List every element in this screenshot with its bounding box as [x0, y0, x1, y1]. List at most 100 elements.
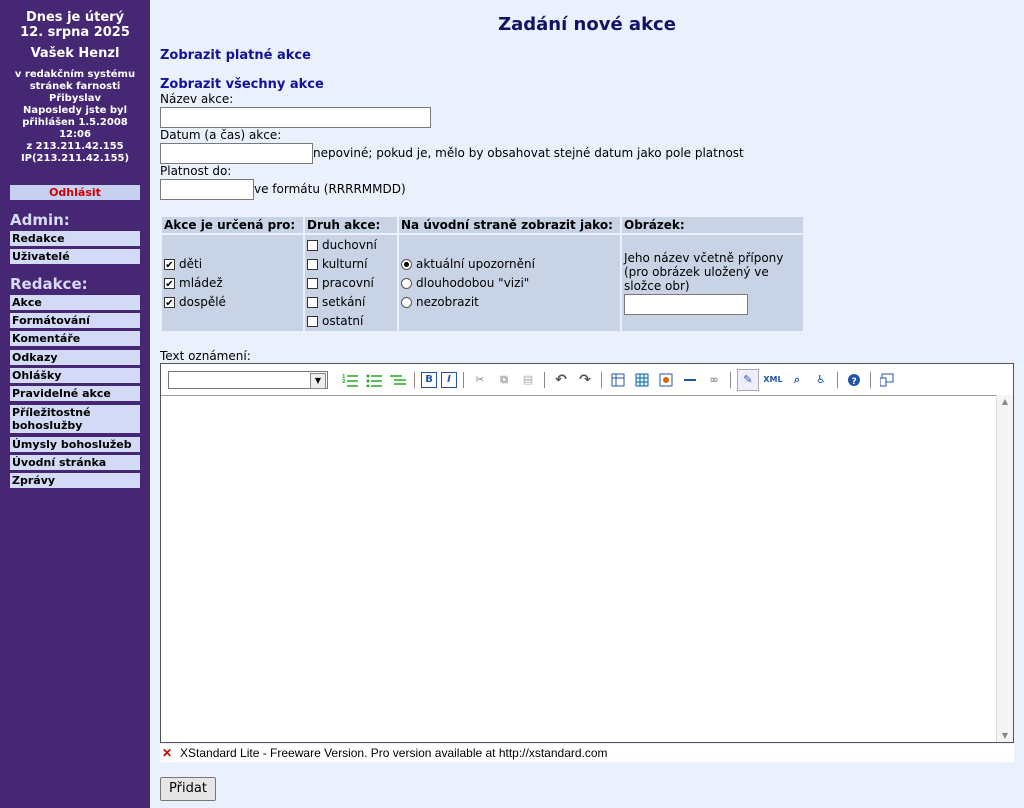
page-title: Zadání nové akce — [498, 14, 676, 35]
cut-icon[interactable]: ✂ — [470, 370, 490, 390]
add-button[interactable]: Přidat — [160, 777, 216, 801]
main-content: Zadání nové akce Zobrazit platné akce Zo… — [150, 0, 1024, 808]
editor-toolbar: ▼ 12 B I ✂ ⧉ ▤ ↶ ↷ ∞ ✎ XML ⌕ ♿ ? — [161, 364, 1013, 396]
accessibility-icon[interactable]: ♿ — [811, 370, 831, 390]
xstandard-logo-icon: ✕ — [162, 746, 173, 760]
checkbox-cultural[interactable] — [307, 258, 318, 270]
nav-item-komentare[interactable]: Komentáře — [10, 331, 140, 346]
checkbox-other[interactable] — [307, 315, 318, 327]
display-cell: aktuální upozornění dlouhodobou "vizi" n… — [399, 235, 620, 331]
bold-icon[interactable]: B — [421, 371, 437, 388]
help-icon[interactable]: ? — [844, 370, 864, 390]
bullet-list-icon[interactable] — [364, 370, 384, 390]
nav-item-pravidelne-akce[interactable]: Pravidelné akce — [10, 386, 140, 401]
type-work-option[interactable]: pracovní — [307, 274, 395, 293]
checkbox-work[interactable] — [307, 277, 318, 289]
type-spiritual-option[interactable]: duchovní — [307, 236, 395, 255]
display-none-option[interactable]: nezobrazit — [401, 293, 618, 312]
radio-longterm[interactable] — [401, 277, 412, 289]
xml-icon[interactable]: XML — [763, 370, 783, 390]
checkbox-meeting[interactable] — [307, 296, 318, 308]
scroll-up-icon[interactable]: ▲ — [997, 397, 1013, 406]
valid-until-input[interactable] — [160, 179, 254, 200]
image-help-text: Jeho název včetně přípony (pro obrázek u… — [624, 251, 784, 293]
table-icon[interactable] — [608, 370, 628, 390]
redakce-section-title: Redakce: — [10, 275, 88, 293]
nav-item-umysly-bohosluzeb[interactable]: Úmysly bohoslužeb — [10, 437, 140, 452]
image-cell: Jeho název včetně přípony (pro obrázek u… — [622, 235, 803, 331]
toolbar-separator — [601, 371, 602, 388]
checkbox-children[interactable]: ✔ — [164, 258, 175, 271]
image-icon[interactable] — [656, 370, 676, 390]
numbered-list-icon[interactable]: 12 — [340, 370, 360, 390]
audience-adults-option[interactable]: ✔ dospělé — [164, 293, 301, 312]
sidebar: Dnes je úterý 12. srpna 2025 Vašek Henzl… — [0, 0, 150, 808]
user-name: Vašek Henzl — [30, 46, 120, 61]
editor-content-area[interactable] — [161, 395, 997, 742]
type-meeting-option[interactable]: setkání — [307, 293, 395, 312]
type-other-option[interactable]: ostatní — [307, 312, 395, 331]
editor-scrollbar[interactable]: ▲ ▼ — [996, 395, 1013, 742]
type-cultural-option[interactable]: kulturní — [307, 255, 395, 274]
toolbar-separator — [730, 371, 731, 388]
image-header: Obrázek: — [622, 217, 803, 233]
style-select[interactable]: ▼ — [168, 370, 328, 389]
audience-youth-option[interactable]: ✔ mládež — [164, 274, 301, 293]
checkbox-spiritual[interactable] — [307, 239, 318, 251]
event-type-cell: duchovní kulturní pracovní setkání ostat… — [305, 235, 397, 331]
event-name-label: Název akce: — [160, 92, 234, 106]
editor-status-bar: ✕ XStandard Lite - Freeware Version. Pro … — [160, 744, 1014, 762]
event-date-label: Datum (a čas) akce: — [160, 128, 282, 142]
event-date-input[interactable] — [160, 143, 313, 164]
checkbox-adults[interactable]: ✔ — [164, 296, 175, 309]
display-longterm-option[interactable]: dlouhodobou "vizi" — [401, 274, 618, 293]
toolbar-separator — [870, 371, 871, 388]
nav-item-uzivatele[interactable]: Uživatelé — [10, 249, 140, 264]
copy-icon[interactable]: ⧉ — [494, 370, 514, 390]
valid-until-note: ve formátu (RRRRMMDD) — [254, 182, 406, 196]
audience-cell: ✔ děti ✔ mládež ✔ dospělé — [162, 235, 303, 331]
nav-item-formatovani[interactable]: Formátování — [10, 313, 140, 328]
svg-text:2: 2 — [342, 379, 346, 385]
link-icon[interactable]: ∞ — [704, 370, 724, 390]
toolbar-separator — [414, 371, 415, 388]
radio-none[interactable] — [401, 296, 412, 308]
chevron-down-icon[interactable]: ▼ — [310, 372, 326, 389]
admin-section-title: Admin: — [10, 211, 70, 229]
audience-children-option[interactable]: ✔ děti — [164, 255, 301, 274]
undo-icon[interactable]: ↶ — [551, 370, 571, 390]
italic-icon[interactable]: I — [441, 371, 457, 388]
checkbox-youth[interactable]: ✔ — [164, 277, 175, 290]
preview-icon[interactable]: ⌕ — [787, 370, 807, 390]
logout-button[interactable]: Odhlásit — [10, 185, 140, 200]
hr-icon[interactable] — [680, 370, 700, 390]
paste-icon[interactable]: ▤ — [518, 370, 538, 390]
table-props-icon[interactable] — [632, 370, 652, 390]
nav-item-redakce[interactable]: Redakce — [10, 231, 140, 246]
show-all-events-link[interactable]: Zobrazit všechny akce — [160, 77, 324, 92]
valid-until-label: Platnost do: — [160, 164, 232, 178]
nav-item-zpravy[interactable]: Zprávy — [10, 473, 140, 488]
event-date-note: nepoviné; pokud je, mělo by obsahovat st… — [313, 146, 744, 160]
nav-item-prilezitostne-bohosluzby[interactable]: Příležitostné bohoslužby — [10, 405, 140, 433]
redo-icon[interactable]: ↷ — [575, 370, 595, 390]
nav-item-ohlasky[interactable]: Ohlášky — [10, 368, 140, 383]
toolbar-separator — [463, 371, 464, 388]
audience-header: Akce je určená pro: — [162, 217, 303, 233]
image-name-input[interactable] — [624, 294, 748, 315]
display-current-option[interactable]: aktuální upozornění — [401, 255, 618, 274]
announcement-text-label: Text oznámení: — [160, 349, 251, 363]
event-name-input[interactable] — [160, 107, 431, 128]
radio-current[interactable] — [401, 258, 412, 270]
rich-text-editor[interactable]: ▼ 12 B I ✂ ⧉ ▤ ↶ ↷ ∞ ✎ XML ⌕ ♿ ? ▲ ▼ — [160, 363, 1014, 743]
definition-list-icon[interactable] — [388, 370, 408, 390]
nav-item-uvodni-stranka[interactable]: Úvodní stránka — [10, 455, 140, 470]
toolbar-separator — [837, 371, 838, 388]
nav-item-odkazy[interactable]: Odkazy — [10, 350, 140, 365]
svg-text:?: ? — [852, 377, 857, 387]
nav-item-akce[interactable]: Akce — [10, 295, 140, 310]
scroll-down-icon[interactable]: ▼ — [997, 731, 1013, 740]
show-valid-events-link[interactable]: Zobrazit platné akce — [160, 48, 311, 63]
edit-mode-icon[interactable]: ✎ — [737, 368, 759, 391]
screen-reader-icon[interactable] — [877, 370, 897, 390]
